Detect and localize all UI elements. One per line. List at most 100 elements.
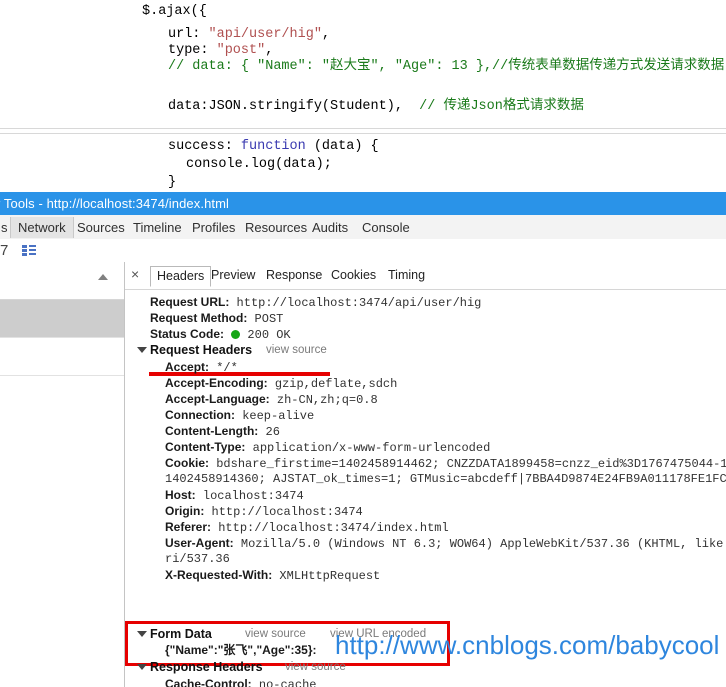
panel-tab-profiles[interactable]: Profiles: [185, 217, 242, 238]
code-token: // data: { "Name": "赵大宝", "Age": 13 },//…: [168, 59, 725, 74]
header-line: Request URL: http://localhost:3474/api/u…: [150, 294, 481, 311]
header-value: no-cache: [251, 678, 317, 687]
code-token: }: [168, 175, 177, 190]
code-token: function: [240, 139, 306, 154]
request-detail-pane: × Headers Preview Response Cookies Timing Re…: [125, 262, 726, 687]
network-request-list-pane[interactable]: hig: [0, 262, 125, 687]
request-list-header: [0, 262, 124, 300]
section-title-form-data[interactable]: Form Data: [150, 626, 212, 642]
section-title-request-headers[interactable]: Request Headers: [150, 342, 252, 358]
code-line: type: "post",: [168, 43, 273, 58]
header-line: 1402458914360; AJSTAT_ok_times=1; GTMusi…: [165, 471, 726, 487]
header-value: 26: [258, 425, 280, 439]
request-list-item[interactable]: [0, 338, 124, 376]
detail-tab-response[interactable]: Response: [260, 266, 328, 285]
devtools-title-bar: r Tools - http://localhost:3474/index.ht…: [0, 192, 726, 215]
section-expand-caret-icon[interactable]: [137, 631, 147, 637]
panel-tab-console[interactable]: Console: [355, 217, 417, 238]
header-line: Origin: http://localhost:3474: [165, 503, 363, 520]
code-line: url: "api/user/hig",: [168, 27, 330, 42]
panel-tab-network[interactable]: Network: [10, 217, 74, 238]
view-source-link[interactable]: view source: [285, 659, 346, 675]
code-token: type:: [168, 43, 217, 58]
header-name: Request Method:: [150, 311, 248, 325]
code-token: ,: [321, 27, 331, 42]
form-data-payload: {"Name":"张飞","Age":35}:: [165, 643, 317, 657]
watermark-url: http://www.cnblogs.com/babycool: [335, 630, 720, 660]
header-value: application/x-www-form-urlencoded: [245, 441, 491, 455]
header-value: */*: [209, 361, 238, 375]
code-token: (data) {: [305, 139, 379, 154]
panel-tab-resources[interactable]: Resources: [238, 217, 314, 238]
detail-tab-timing[interactable]: Timing: [382, 266, 431, 285]
editor-divider: [0, 128, 726, 129]
section-title-response-headers[interactable]: Response Headers: [150, 659, 263, 675]
code-token: $.ajax({: [142, 4, 207, 19]
header-name: Request URL:: [150, 295, 230, 309]
header-line: Cache-Control: no-cache: [165, 676, 316, 687]
header-name: Cookie:: [165, 456, 210, 470]
header-name: X-Requested-With:: [165, 568, 273, 582]
network-subtoolbar: 7: [0, 239, 726, 263]
header-name: Origin:: [165, 504, 205, 518]
code-line: }: [168, 175, 176, 190]
header-line: User-Agent: Mozilla/5.0 (Windows NT 6.3;…: [165, 535, 726, 552]
code-token: url:: [168, 27, 209, 42]
code-editor-region: $.ajax({url: "api/user/hig", type: "post"…: [0, 0, 726, 192]
header-name: Accept-Encoding:: [165, 376, 268, 390]
code-token: ,: [265, 43, 274, 58]
header-value: localhost:3474: [195, 489, 304, 503]
detail-tabstrip: × Headers Preview Response Cookies Timing: [125, 262, 726, 290]
header-line: Accept-Encoding: gzip,deflate,sdch: [165, 375, 397, 392]
header-line: Content-Type: application/x-www-form-url…: [165, 439, 490, 456]
header-value: ri/537.36: [165, 552, 230, 566]
header-name: Referer:: [165, 520, 212, 534]
header-line: Referer: http://localhost:3474/index.htm…: [165, 519, 449, 536]
header-line: Accept-Language: zh-CN,zh;q=0.8: [165, 391, 378, 408]
header-value: gzip,deflate,sdch: [267, 377, 398, 391]
code-token: "api/user/hig": [208, 27, 322, 42]
detail-tab-preview[interactable]: Preview: [205, 266, 261, 285]
header-value: Mozilla/5.0 (Windows NT 6.3; WOW64) Appl…: [233, 537, 726, 551]
panel-tab-audits[interactable]: Audits: [305, 217, 355, 238]
header-name: Accept:: [165, 360, 210, 374]
panel-tab-sources[interactable]: Sources: [70, 217, 132, 238]
editor-divider: [0, 133, 726, 134]
header-value: zh-CN,zh;q=0.8: [269, 393, 378, 407]
header-line: X-Requested-With: XMLHttpRequest: [165, 567, 380, 584]
headers-detail-body: Request URL: http://localhost:3474/api/u…: [125, 289, 726, 687]
header-line: ri/537.36: [165, 551, 230, 567]
header-line: Connection: keep-alive: [165, 407, 314, 424]
header-name: Cache-Control:: [165, 677, 252, 687]
header-line: Accept: */*: [165, 359, 238, 376]
section-expand-caret-icon[interactable]: [137, 347, 147, 353]
filter-list-icon[interactable]: [22, 245, 36, 256]
sort-ascending-icon[interactable]: [98, 274, 108, 280]
code-token: data:JSON.stringify(Student),: [168, 99, 420, 114]
code-token: // 传递Json格式请求数据: [419, 99, 584, 114]
code-line: $.ajax({: [142, 4, 207, 19]
header-value: bdshare_firstime=1402458914462; CNZZDATA…: [209, 457, 726, 471]
devtools-title-text: r Tools - http://localhost:3474/index.ht…: [0, 196, 230, 211]
view-source-link[interactable]: view source: [245, 626, 306, 642]
code-token: console.log(data);: [186, 157, 332, 172]
record-indicator[interactable]: 7: [0, 242, 8, 259]
panel-tab-timeline[interactable]: Timeline: [126, 217, 189, 238]
view-source-link[interactable]: view source: [266, 342, 327, 358]
status-ok-dot-icon: [231, 330, 241, 339]
header-value: http://localhost:3474/index.html: [211, 521, 449, 535]
request-list-item[interactable]: hig: [0, 300, 124, 338]
close-icon[interactable]: ×: [131, 265, 139, 283]
header-value: XMLHttpRequest: [272, 569, 381, 583]
header-value: keep-alive: [235, 409, 315, 423]
detail-tab-headers[interactable]: Headers: [150, 266, 212, 287]
header-line: Cookie: bdshare_firstime=1402458914462; …: [165, 455, 726, 472]
code-line: success: function (data) {: [168, 139, 379, 154]
header-value: POST: [247, 312, 284, 326]
header-name: Connection:: [165, 408, 235, 422]
section-expand-caret-icon[interactable]: [137, 664, 147, 670]
header-name: Host:: [165, 488, 196, 502]
detail-tab-cookies[interactable]: Cookies: [325, 266, 382, 285]
header-value: http://localhost:3474: [204, 505, 363, 519]
code-line: data:JSON.stringify(Student), // 传递Json格…: [168, 99, 584, 114]
